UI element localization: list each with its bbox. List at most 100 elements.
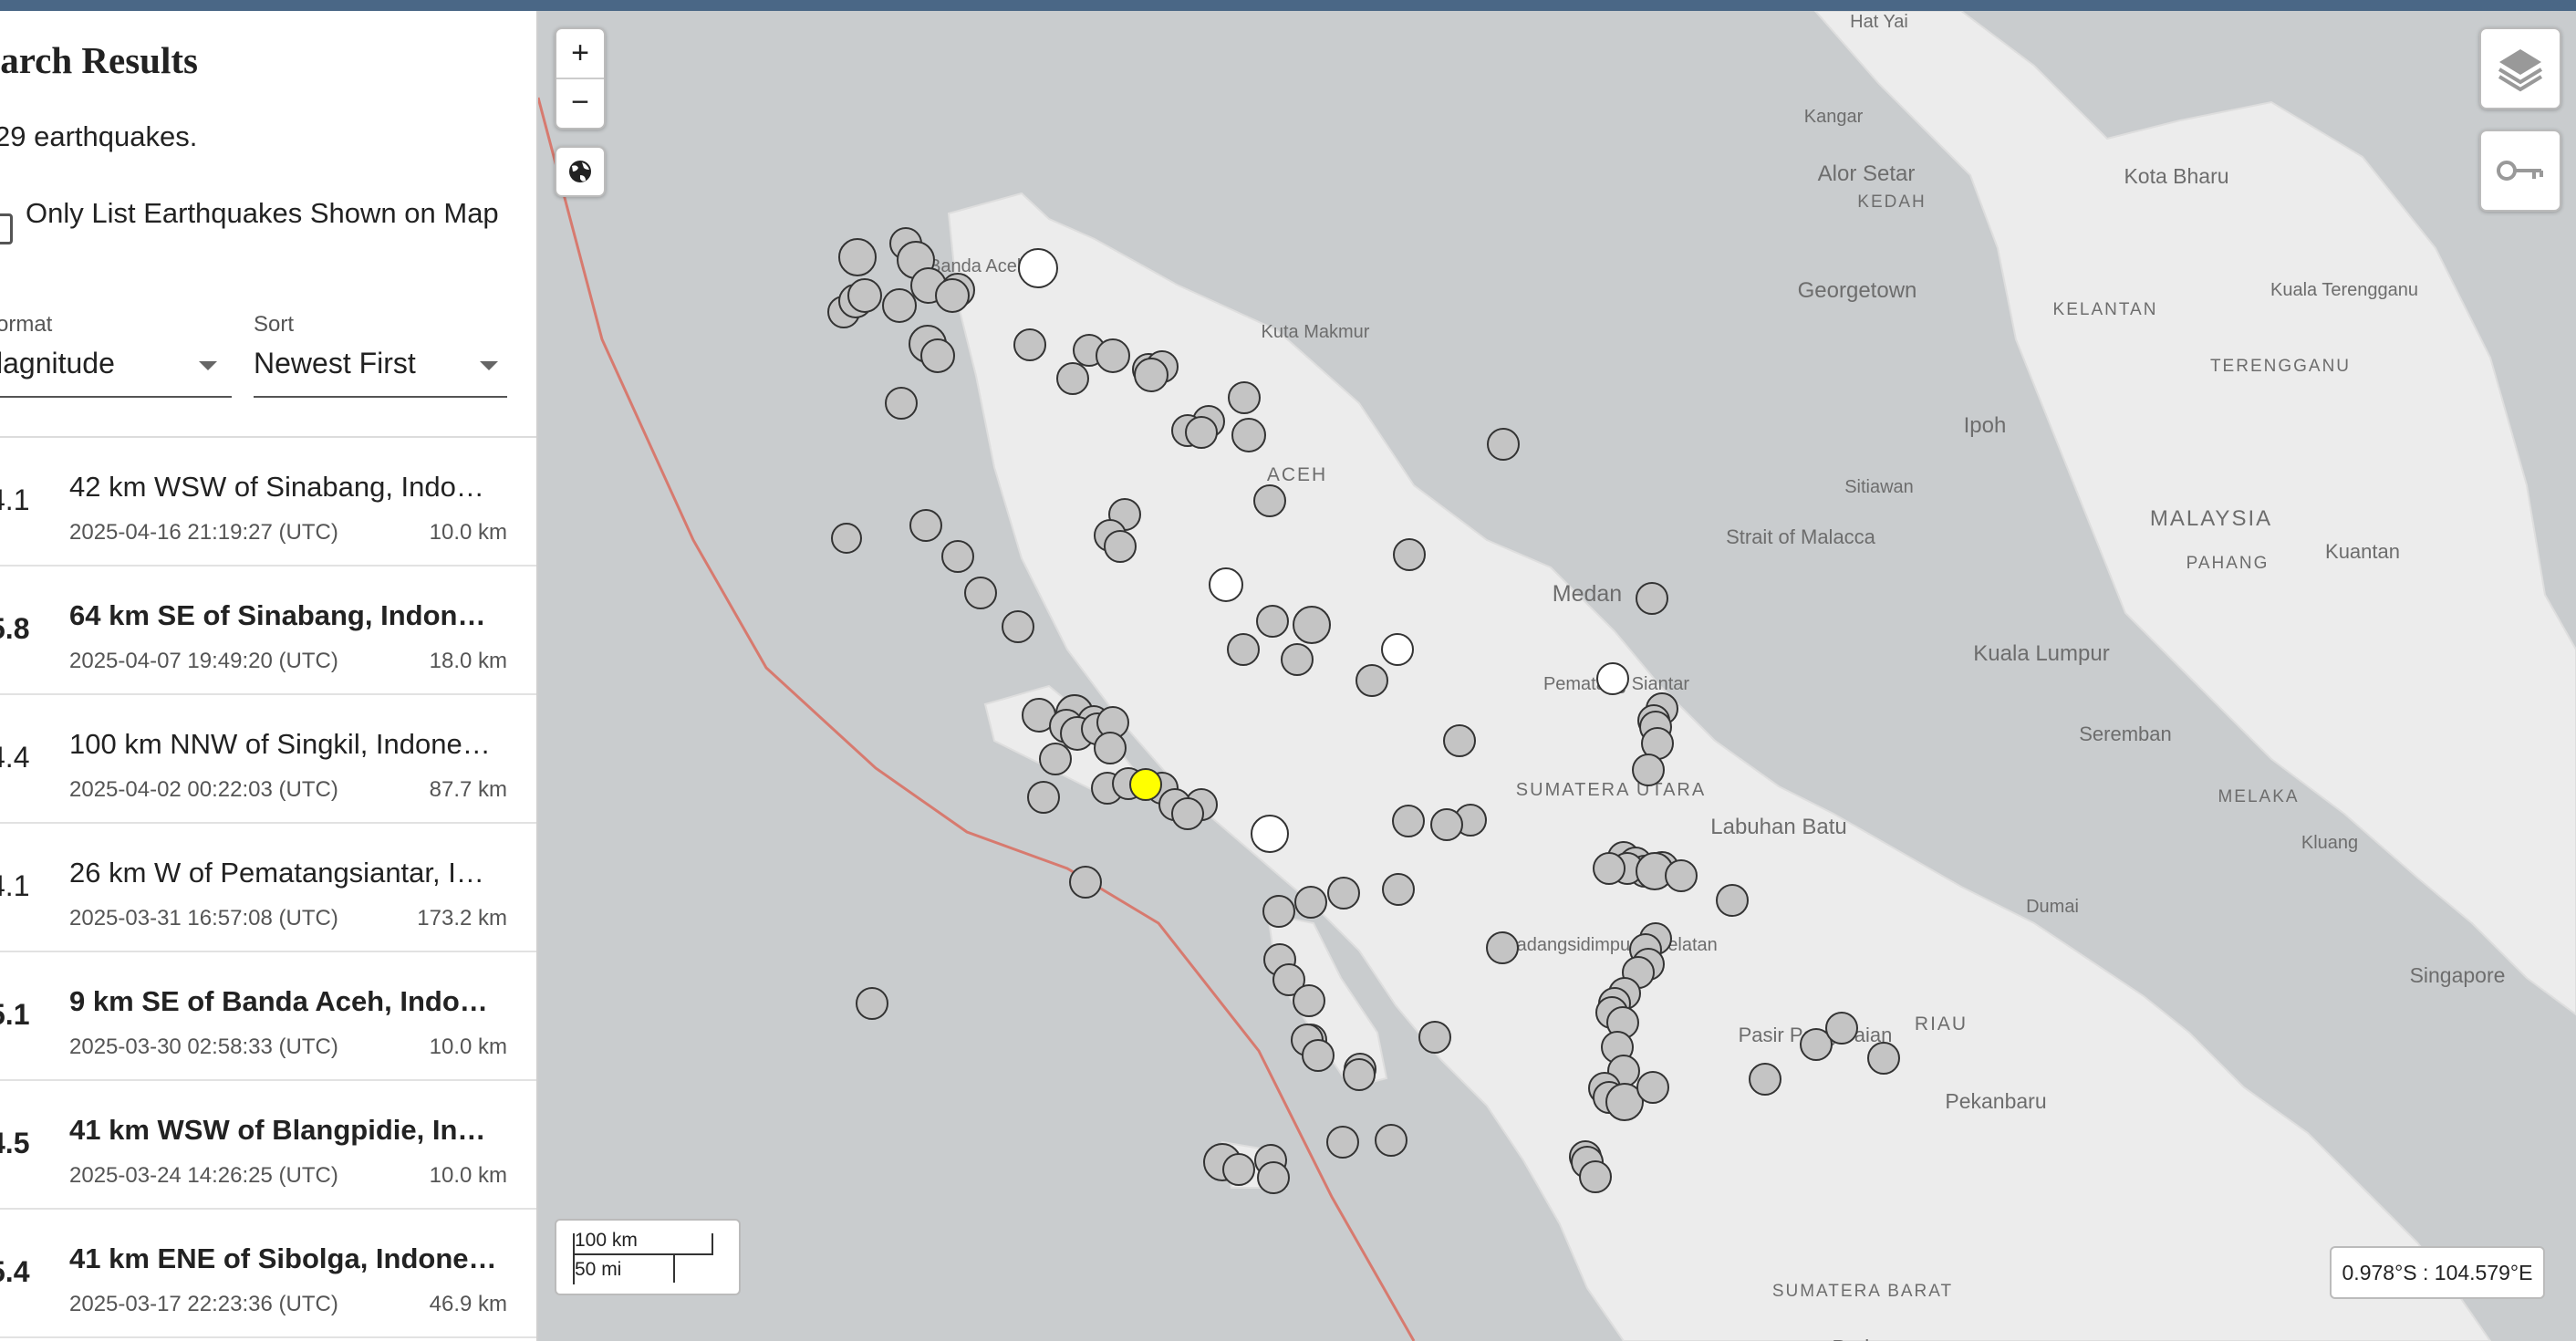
earthquake-marker-recent[interactable] bbox=[1596, 662, 1629, 695]
earthquake-marker[interactable] bbox=[964, 577, 997, 609]
earthquake-depth: 18.0 km bbox=[429, 649, 507, 673]
earthquake-marker[interactable] bbox=[1716, 884, 1749, 917]
earthquake-marker[interactable] bbox=[1636, 582, 1668, 615]
earthquake-marker[interactable] bbox=[1293, 606, 1331, 644]
list-item[interactable]: 4.1 42 km WSW of Sinabang, Indonesia 2025-… bbox=[0, 438, 536, 567]
earthquake-marker[interactable] bbox=[1256, 605, 1289, 638]
earthquake-marker[interactable] bbox=[1222, 1153, 1255, 1186]
earthquake-marker[interactable] bbox=[1392, 805, 1425, 837]
globe-button[interactable] bbox=[555, 146, 606, 197]
only-list-shown-label[interactable]: Only List Earthquakes Shown on Map bbox=[26, 192, 500, 234]
map-label: SUMATERA BARAT bbox=[1772, 1282, 1953, 1301]
earthquake-marker[interactable] bbox=[1096, 338, 1130, 373]
list-item[interactable]: 4.1 26 km W of Pematangsiantar, Indonesia… bbox=[0, 824, 536, 952]
scale-line bbox=[573, 1253, 713, 1255]
list-item[interactable]: 5.8 64 km SE of Sinabang, Indonesia 2025-0… bbox=[0, 567, 536, 695]
map-label: Kluang bbox=[2301, 833, 2358, 853]
earthquake-marker-recent[interactable] bbox=[1381, 633, 1414, 666]
earthquake-marker[interactable] bbox=[1302, 1039, 1335, 1072]
earthquake-marker-recent[interactable] bbox=[1018, 248, 1058, 288]
earthquake-marker[interactable] bbox=[935, 278, 970, 313]
earthquake-marker[interactable] bbox=[1293, 984, 1325, 1017]
earthquake-marker[interactable] bbox=[1094, 732, 1127, 764]
earthquake-marker[interactable] bbox=[1593, 852, 1626, 885]
chevron-down-icon[interactable] bbox=[199, 361, 217, 370]
earthquake-marker[interactable] bbox=[1382, 873, 1415, 906]
map-label: MELAKA bbox=[2218, 787, 2299, 806]
sort-select[interactable]: Sort Newest First bbox=[254, 312, 507, 398]
layers-button[interactable] bbox=[2479, 27, 2561, 109]
legend-key-button[interactable] bbox=[2479, 130, 2561, 212]
earthquake-marker[interactable] bbox=[920, 338, 955, 373]
earthquake-marker[interactable] bbox=[831, 523, 862, 554]
earthquake-marker-selected[interactable] bbox=[1129, 768, 1162, 801]
earthquake-marker[interactable] bbox=[1486, 931, 1519, 964]
earthquake-marker[interactable] bbox=[1104, 530, 1137, 563]
earthquake-marker[interactable] bbox=[1375, 1124, 1407, 1157]
earthquake-marker[interactable] bbox=[1632, 754, 1665, 786]
earthquake-marker[interactable] bbox=[1579, 1160, 1612, 1193]
map-label: Kuala Lumpur bbox=[1973, 641, 2109, 666]
zoom-in-button[interactable]: + bbox=[556, 29, 604, 77]
earthquake-marker-recent[interactable] bbox=[1251, 815, 1289, 853]
list-item[interactable]: 5.4 41 km ENE of Sibolga, Indonesia 2025-0… bbox=[0, 1210, 536, 1338]
earthquake-marker[interactable] bbox=[847, 278, 882, 313]
earthquake-marker[interactable] bbox=[1665, 859, 1698, 892]
earthquake-marker[interactable] bbox=[1171, 797, 1204, 830]
map-label: Kangar bbox=[1804, 107, 1864, 127]
map-label: Kuta Makmur bbox=[1262, 322, 1370, 342]
earthquake-marker[interactable] bbox=[1326, 1126, 1359, 1159]
format-value[interactable]: lagnitude bbox=[0, 347, 115, 380]
earthquake-marker[interactable] bbox=[1257, 1161, 1290, 1194]
only-list-shown-checkbox[interactable] bbox=[0, 213, 13, 244]
earthquake-marker[interactable] bbox=[1134, 358, 1169, 392]
earthquake-marker[interactable] bbox=[1418, 1021, 1451, 1054]
earthquake-marker[interactable] bbox=[1027, 781, 1060, 814]
earthquake-marker[interactable] bbox=[1227, 633, 1260, 666]
earthquake-marker-recent[interactable] bbox=[1209, 567, 1243, 602]
map-label: Labuhan Batu bbox=[1710, 815, 1846, 839]
earthquake-marker[interactable] bbox=[1039, 743, 1072, 775]
zoom-out-button[interactable]: − bbox=[556, 78, 604, 126]
earthquake-marker[interactable] bbox=[1749, 1063, 1781, 1096]
earthquake-marker[interactable] bbox=[1069, 866, 1102, 899]
top-header-bar bbox=[0, 0, 2576, 11]
chevron-down-icon[interactable] bbox=[480, 361, 498, 370]
earthquake-marker[interactable] bbox=[1343, 1058, 1376, 1091]
earthquake-marker[interactable] bbox=[1294, 886, 1327, 919]
format-select[interactable]: ormat lagnitude bbox=[0, 312, 232, 398]
earthquake-marker[interactable] bbox=[1185, 416, 1218, 449]
earthquake-marker[interactable] bbox=[1013, 328, 1046, 361]
earthquake-marker[interactable] bbox=[1327, 877, 1360, 910]
earthquake-marker[interactable] bbox=[882, 288, 917, 323]
earthquake-marker[interactable] bbox=[1393, 538, 1426, 571]
earthquake-marker[interactable] bbox=[1228, 381, 1261, 414]
earthquake-marker[interactable] bbox=[1253, 484, 1286, 517]
earthquake-marker[interactable] bbox=[1636, 1071, 1669, 1104]
earthquake-marker[interactable] bbox=[838, 238, 877, 276]
earthquake-marker[interactable] bbox=[1443, 724, 1476, 757]
map-canvas[interactable]: Hat Yai Kangar Alor Setar KEDAH Kota Bharu Ge… bbox=[538, 11, 2576, 1341]
earthquake-marker[interactable] bbox=[885, 387, 918, 420]
list-item[interactable]: 4.5 41 km WSW of Blangpidie, Indonesia 202… bbox=[0, 1081, 536, 1210]
earthquake-marker[interactable] bbox=[1262, 895, 1295, 928]
earthquake-marker[interactable] bbox=[1002, 610, 1034, 643]
earthquake-marker[interactable] bbox=[1231, 418, 1266, 452]
earthquake-marker[interactable] bbox=[1867, 1042, 1900, 1075]
map-view[interactable]: Hat Yai Kangar Alor Setar KEDAH Kota Bharu Ge… bbox=[538, 11, 2576, 1341]
earthquake-marker[interactable] bbox=[1487, 428, 1520, 461]
format-underline bbox=[0, 396, 232, 398]
earthquake-marker[interactable] bbox=[941, 540, 974, 573]
earthquake-marker[interactable] bbox=[856, 987, 888, 1020]
sort-value[interactable]: Newest First bbox=[254, 347, 416, 380]
earthquake-marker[interactable] bbox=[1825, 1012, 1858, 1045]
list-item[interactable]: 4.4 100 km NNW of Singkil, Indonesia 2025-… bbox=[0, 695, 536, 824]
earthquake-marker[interactable] bbox=[1281, 643, 1314, 676]
earthquake-marker[interactable] bbox=[1430, 808, 1463, 841]
earthquake-marker[interactable] bbox=[1056, 362, 1089, 395]
earthquake-marker[interactable] bbox=[1356, 664, 1388, 697]
earthquake-marker[interactable] bbox=[909, 509, 942, 542]
earthquake-magnitude: 5.8 bbox=[0, 612, 30, 645]
list-item[interactable]: 5.1 9 km SE of Banda Aceh, Indonesia 2025-… bbox=[0, 952, 536, 1081]
earthquake-magnitude: 4.5 bbox=[0, 1127, 30, 1159]
